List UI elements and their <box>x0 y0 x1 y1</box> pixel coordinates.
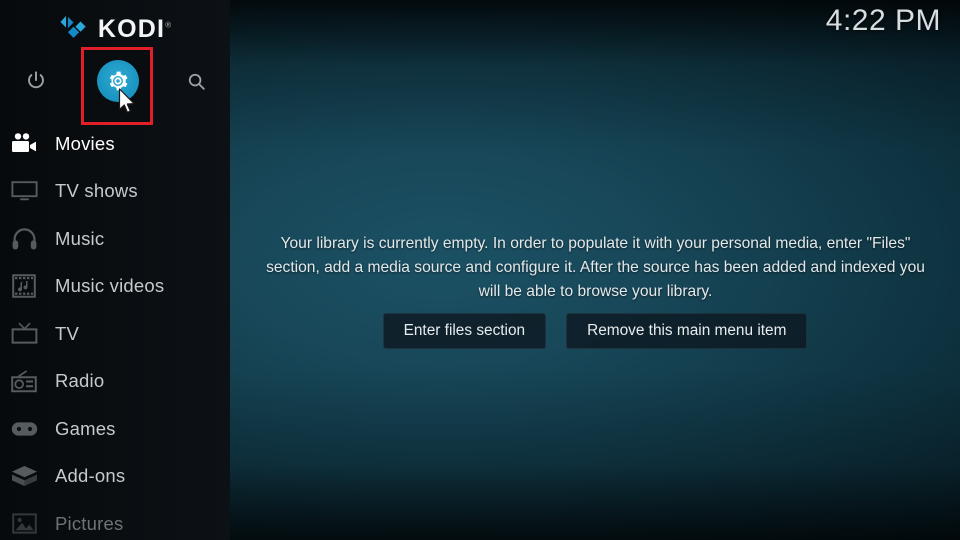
kodi-home-screen: KODI® Movies TV shows Music Music videos… <box>0 0 960 540</box>
sidebar-item-label: Music <box>55 227 105 249</box>
search-icon <box>188 73 205 90</box>
sidebar-item-label: Music videos <box>55 275 165 297</box>
film-music-icon <box>9 273 39 299</box>
sidebar-top-actions <box>0 55 230 107</box>
main-menu: Movies TV shows Music Music videos TV Ra… <box>0 120 230 540</box>
kodi-logo-icon <box>60 15 86 38</box>
radio-icon <box>9 368 39 394</box>
sidebar: KODI® Movies TV shows Music Music videos… <box>0 0 230 540</box>
gear-icon <box>109 71 128 91</box>
kodi-logo: KODI® <box>0 12 230 46</box>
power-button[interactable] <box>18 63 54 99</box>
sidebar-item-add-ons[interactable]: Add-ons <box>0 453 230 501</box>
sidebar-item-label: TV shows <box>55 180 138 202</box>
sidebar-item-label: Games <box>55 417 116 439</box>
tv-antenna-icon <box>9 321 39 347</box>
sidebar-item-tv-shows[interactable]: TV shows <box>0 168 230 216</box>
settings-button[interactable] <box>97 60 139 102</box>
sidebar-item-label: Movies <box>55 132 115 154</box>
sidebar-item-pictures[interactable]: Pictures <box>0 500 230 540</box>
clock: 4:22 PM <box>825 4 941 37</box>
sidebar-item-label: Pictures <box>55 512 124 534</box>
open-box-icon <box>9 463 39 489</box>
sidebar-item-label: Radio <box>55 370 105 392</box>
search-button[interactable] <box>178 63 214 99</box>
sidebar-item-tv[interactable]: TV <box>0 310 230 358</box>
main-content: Your library is currently empty. In orde… <box>230 0 960 540</box>
picture-icon <box>9 511 39 537</box>
sidebar-item-movies[interactable]: Movies <box>0 120 230 168</box>
sidebar-item-music[interactable]: Music <box>0 215 230 263</box>
empty-library-message: Your library is currently empty. In orde… <box>266 235 925 300</box>
movie-camera-icon <box>9 131 39 157</box>
remove-main-menu-item-button[interactable]: Remove this main menu item <box>566 313 808 349</box>
sidebar-item-label: TV <box>55 322 80 344</box>
television-icon <box>9 178 39 204</box>
sidebar-item-games[interactable]: Games <box>0 405 230 453</box>
sidebar-item-label: Add-ons <box>55 465 126 487</box>
sidebar-item-music-videos[interactable]: Music videos <box>0 263 230 311</box>
gamepad-icon <box>9 416 39 442</box>
headphones-icon <box>9 226 39 252</box>
enter-files-section-button[interactable]: Enter files section <box>382 313 547 349</box>
action-button-row: Enter files section Remove this main men… <box>230 313 960 349</box>
kodi-wordmark: KODI® <box>97 14 172 43</box>
trademark-symbol: ® <box>165 20 172 30</box>
power-icon <box>28 71 44 89</box>
sidebar-item-radio[interactable]: Radio <box>0 358 230 406</box>
